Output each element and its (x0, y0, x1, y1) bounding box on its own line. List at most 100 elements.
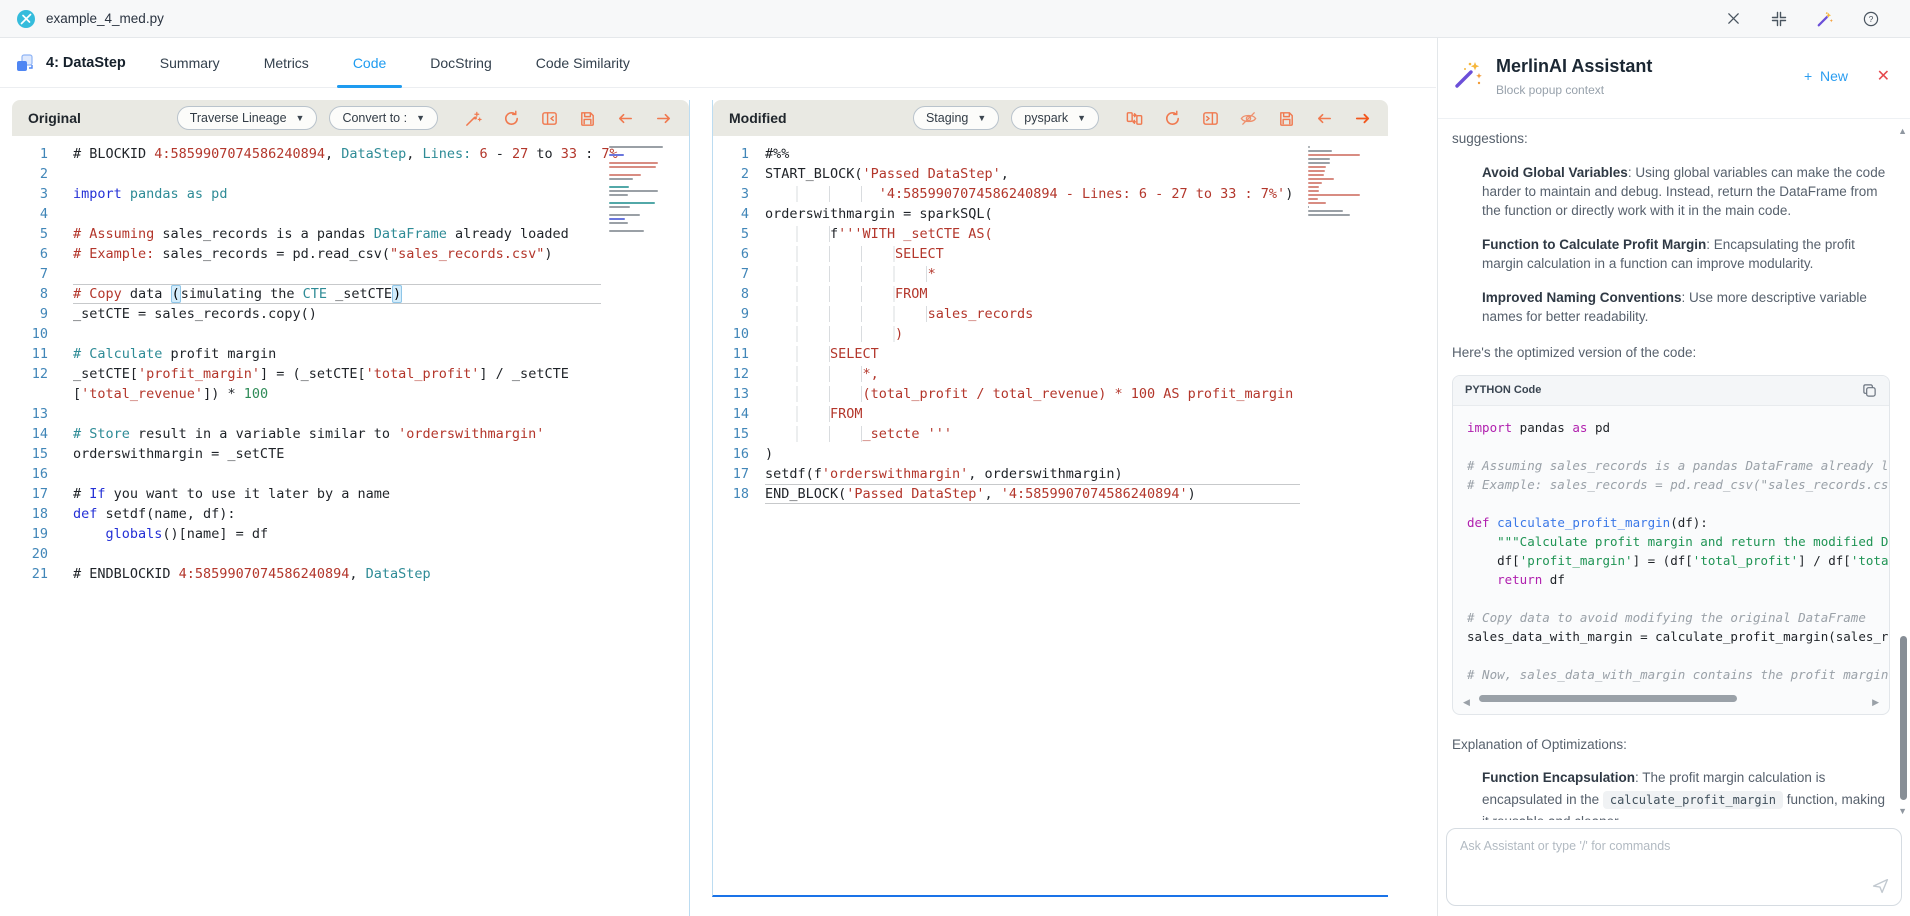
tab-summary[interactable]: Summary (160, 38, 220, 88)
line-number: 1 (713, 144, 765, 164)
code-line: 18END_BLOCK('Passed DataStep', '4:585990… (713, 484, 1388, 504)
refresh-icon[interactable] (502, 109, 521, 128)
save-icon[interactable] (578, 109, 597, 128)
code-line: # Copy data to avoid modifying the origi… (1467, 608, 1889, 627)
code-line: 18def setdf(name, df): (12, 504, 689, 524)
line-number: 12 (713, 364, 765, 384)
suggestion-item: Improved Naming Conventions: Use more de… (1482, 288, 1890, 326)
code-line: def calculate_profit_margin(df): (1467, 513, 1889, 532)
line-number: 11 (713, 344, 765, 364)
code-line: 10 ) (713, 324, 1388, 344)
line-number: 17 (12, 484, 73, 504)
code-line: 20 (12, 544, 689, 564)
message-text: Explanation of Optimizations: (1452, 735, 1890, 754)
code-line: 3import pandas as pd (12, 184, 689, 204)
tab-list: Summary Metrics Code DocString Code Similari… (160, 38, 630, 88)
modified-pane: Modified Staging▼ pyspark▼ (712, 100, 1388, 897)
original-title: Original (28, 110, 81, 126)
tab-metrics[interactable]: Metrics (264, 38, 309, 88)
code-line: 19 globals()[name] = df (12, 524, 689, 544)
code-card: PYTHON Code import pandas as pd # Assumin… (1452, 375, 1890, 715)
tab-code-similarity[interactable]: Code Similarity (536, 38, 630, 88)
traverse-lineage-button[interactable]: Traverse Lineage▼ (177, 106, 318, 130)
line-number: 4 (713, 204, 765, 224)
line-number: 6 (12, 244, 73, 264)
code-line: 9_setCTE = sales_records.copy() (12, 304, 689, 324)
original-editor[interactable]: 1# BLOCKID 4:5859907074586240894, DataSt… (12, 136, 689, 916)
code-line (1467, 589, 1889, 608)
language-dropdown[interactable]: pyspark▼ (1011, 106, 1099, 130)
minimap[interactable] (609, 146, 673, 234)
code-line: 12 *, (713, 364, 1388, 384)
code-line: 16) (713, 444, 1388, 464)
line-number: 9 (12, 304, 73, 324)
code-card-label: PYTHON Code (1465, 381, 1541, 400)
expand-panel-icon[interactable] (1201, 109, 1220, 128)
code-line: 8# Copy data (simulating the CTE _setCTE… (12, 284, 689, 304)
arrow-left-icon[interactable] (1315, 109, 1334, 128)
assistant-input[interactable]: Ask Assistant or type '/' for commands (1446, 828, 1902, 906)
collapse-panel-icon[interactable] (540, 109, 559, 128)
code-line: 4 (12, 204, 689, 224)
line-number: 3 (12, 184, 73, 204)
save-icon[interactable] (1277, 109, 1296, 128)
code-line: df['profit_margin'] = (df['total_profit'… (1467, 551, 1889, 570)
hide-preview-icon[interactable] (1239, 109, 1258, 128)
close-assistant-icon[interactable]: ✕ (1877, 66, 1890, 86)
code-line: """Calculate profit margin and return th… (1467, 532, 1889, 551)
svg-text:?: ? (1869, 14, 1874, 24)
minimap[interactable] (1308, 146, 1372, 218)
scroll-up-icon[interactable]: ▲ (1898, 126, 1907, 136)
compress-icon[interactable] (1770, 10, 1788, 28)
close-icon[interactable] (1724, 10, 1742, 28)
copy-icon[interactable] (1862, 383, 1877, 398)
message-text: Here's the optimized version of the code… (1452, 343, 1890, 362)
assistant-conversation: suggestions: Avoid Global Variables: Usi… (1438, 119, 1894, 820)
scrollbar-thumb[interactable] (1900, 636, 1907, 800)
arrow-left-icon[interactable] (616, 109, 635, 128)
line-number: 7 (12, 264, 73, 284)
help-icon[interactable]: ? (1862, 10, 1880, 28)
line-number: 5 (12, 224, 73, 244)
refresh-icon[interactable] (1163, 109, 1182, 128)
modified-title: Modified (729, 110, 787, 126)
tab-docstring[interactable]: DocString (430, 38, 491, 88)
assistant-title: MerlinAI Assistant (1496, 56, 1652, 77)
compare-icon[interactable] (1125, 109, 1144, 128)
code-line (1467, 437, 1889, 456)
code-line: # Now, sales_data_with_margin contains t… (1467, 665, 1889, 684)
code-line: 3 '4:5859907074586240894 - Lines: 6 - 27… (713, 184, 1388, 204)
new-chat-button[interactable]: + New (1804, 68, 1848, 84)
code-line: 13 (total_profit / total_revenue) * 100 … (713, 384, 1388, 404)
code-line: 12_setCTE['profit_margin'] = (_setCTE['t… (12, 364, 689, 384)
code-line: 13 (12, 404, 689, 424)
tab-code[interactable]: Code (353, 38, 386, 88)
scroll-right-icon[interactable]: ▶ (1872, 693, 1879, 712)
code-line: 7 (12, 264, 689, 284)
code-line: 11# Calculate profit margin (12, 344, 689, 364)
arrow-right-icon[interactable] (1353, 109, 1372, 128)
convert-to-button[interactable]: Convert to :▼ (329, 106, 438, 130)
scroll-down-icon[interactable]: ▼ (1898, 806, 1907, 816)
code-line: 6# Example: sales_records = pd.read_csv(… (12, 244, 689, 264)
suggestion-item: Function to Calculate Profit Margin: Enc… (1482, 235, 1890, 273)
code-line: 9 sales_records (713, 304, 1388, 324)
code-line: 15orderswithmargin = _setCTE (12, 444, 689, 464)
chevron-down-icon: ▼ (296, 113, 305, 123)
code-line: 14# Store result in a variable similar t… (12, 424, 689, 444)
modified-editor[interactable]: 1#%%2START_BLOCK('Passed DataStep',3 '4:… (713, 136, 1388, 895)
staging-dropdown[interactable]: Staging▼ (913, 106, 999, 130)
line-number: 11 (12, 344, 73, 364)
line-number: 13 (713, 384, 765, 404)
send-icon[interactable] (1872, 877, 1889, 899)
code-line: # Assuming sales_records is a pandas Dat… (1467, 456, 1889, 475)
magic-wand-icon[interactable] (464, 109, 483, 128)
scrollbar-thumb[interactable] (1479, 695, 1737, 702)
arrow-right-icon[interactable] (654, 109, 673, 128)
horizontal-scrollbar[interactable]: ◀ ▶ (1463, 692, 1879, 706)
code-line: import pandas as pd (1467, 418, 1889, 437)
code-line: 4orderswithmargin = sparkSQL( (713, 204, 1388, 224)
magic-wand-icon[interactable] (1816, 10, 1834, 28)
scroll-left-icon[interactable]: ◀ (1463, 693, 1470, 712)
code-line: 1# BLOCKID 4:5859907074586240894, DataSt… (12, 144, 689, 164)
